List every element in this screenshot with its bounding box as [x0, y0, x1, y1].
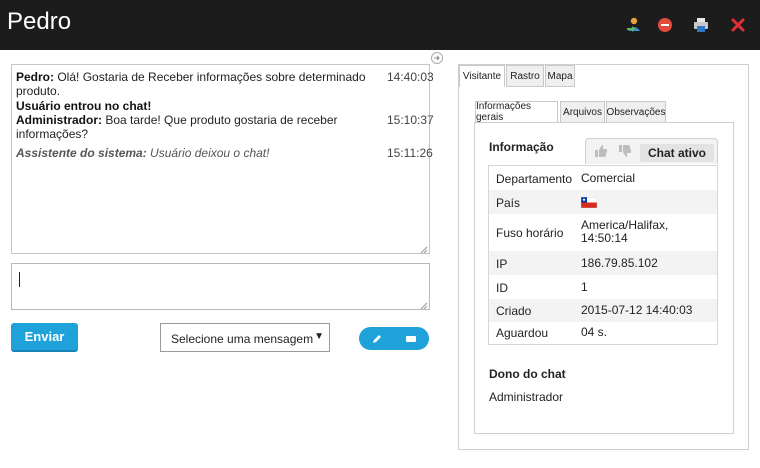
collapse-panel-icon[interactable]	[431, 52, 443, 64]
info-value: 04 s.	[581, 325, 608, 339]
tab-rastro[interactable]: Rastro	[506, 65, 544, 87]
timezone-value: America/Halifax,	[581, 218, 669, 232]
info-key: Fuso horário	[496, 226, 564, 240]
info-value: Comercial	[581, 171, 636, 185]
print-icon[interactable]	[690, 14, 712, 36]
message-input[interactable]	[11, 263, 430, 310]
owner-title: Dono do chat	[489, 367, 566, 381]
info-row-fuso-horario: Fuso horário America/Halifax, 14:50:14	[489, 214, 717, 251]
subtab-arquivos[interactable]: Arquivos	[560, 101, 605, 123]
message-text: Olá! Gostaria de Receber informações sob…	[16, 70, 366, 98]
message-time: 15:10:37	[387, 113, 434, 127]
chat-messages[interactable]: Pedro: Olá! Gostaria de Receber informaç…	[11, 64, 434, 254]
text-caret	[19, 272, 20, 287]
close-chat-icon[interactable]	[654, 14, 676, 36]
chat-message: Pedro: Olá! Gostaria de Receber informaç…	[16, 70, 434, 98]
message-text: Usuário deixou o chat!	[146, 146, 270, 160]
minimize-icon[interactable]	[399, 327, 423, 350]
info-key: Departamento	[496, 172, 573, 186]
window-title: Pedro	[7, 8, 72, 35]
user-transfer-icon[interactable]	[623, 14, 645, 36]
resize-handle-icon[interactable]	[419, 299, 428, 310]
thumbs-down-icon[interactable]	[617, 143, 633, 159]
chat-message: Administrador: Boa tarde! Que produto go…	[16, 113, 434, 141]
info-table: Departamento Comercial País Fuso horário…	[488, 165, 718, 345]
chat-status-badge: Chat ativo	[640, 144, 714, 162]
subtab-observacoes[interactable]: Observações	[606, 101, 666, 123]
thumbs-up-icon[interactable]	[593, 143, 609, 159]
info-row-id: ID 1	[489, 275, 717, 299]
subtab-informacoes-gerais[interactable]: Informações gerais	[475, 101, 558, 123]
info-row-pais: País	[489, 190, 717, 214]
message-time: 14:40:03	[387, 70, 434, 84]
local-time-value: 14:50:14	[581, 231, 628, 245]
info-key: País	[496, 196, 521, 210]
info-row-ip: IP 186.79.85.102	[489, 251, 717, 275]
system-message: Usuário entrou no chat!	[16, 99, 376, 113]
tab-mapa[interactable]: Mapa	[545, 65, 575, 87]
message-author: Administrador:	[16, 113, 103, 127]
message-text: Usuário entrou no chat!	[16, 99, 152, 113]
tool-button-group	[359, 327, 429, 350]
info-key: ID	[496, 281, 508, 295]
info-value: America/Halifax, 14:50:14	[581, 219, 668, 245]
info-row-aguardou: Aguardou 04 s.	[489, 322, 717, 344]
dropdown-arrow-icon: ▼	[314, 331, 324, 342]
message-author: Pedro:	[16, 70, 55, 84]
select-value: Selecione uma mensagem	[171, 332, 314, 346]
info-value: 186.79.85.102	[581, 256, 658, 270]
tab-visitante[interactable]: Visitante	[459, 65, 505, 87]
message-author: Assistente do sistema:	[16, 146, 147, 160]
edit-pencil-icon[interactable]	[365, 327, 389, 350]
close-icon[interactable]	[727, 14, 749, 36]
chile-flag-icon	[580, 196, 598, 211]
info-row-criado: Criado 2015-07-12 14:40:03	[489, 299, 717, 322]
info-key: Criado	[496, 304, 532, 318]
canned-message-select[interactable]: Selecione uma mensagem ▼	[160, 323, 330, 352]
info-key: Aguardou	[496, 326, 549, 340]
info-value: 2015-07-12 14:40:03	[581, 303, 693, 317]
send-button[interactable]: Enviar	[11, 323, 78, 352]
info-key: IP	[496, 257, 508, 271]
message-time: 15:11:26	[387, 146, 433, 160]
title-bar: Pedro	[0, 0, 760, 50]
resize-handle-icon[interactable]	[419, 243, 428, 254]
info-row-departamento: Departamento Comercial	[489, 166, 717, 190]
info-title: Informação	[489, 140, 554, 154]
info-value: 1	[581, 280, 588, 294]
owner-value: Administrador	[489, 390, 564, 404]
chat-message: Assistente do sistema: Usuário deixou o …	[16, 146, 433, 160]
